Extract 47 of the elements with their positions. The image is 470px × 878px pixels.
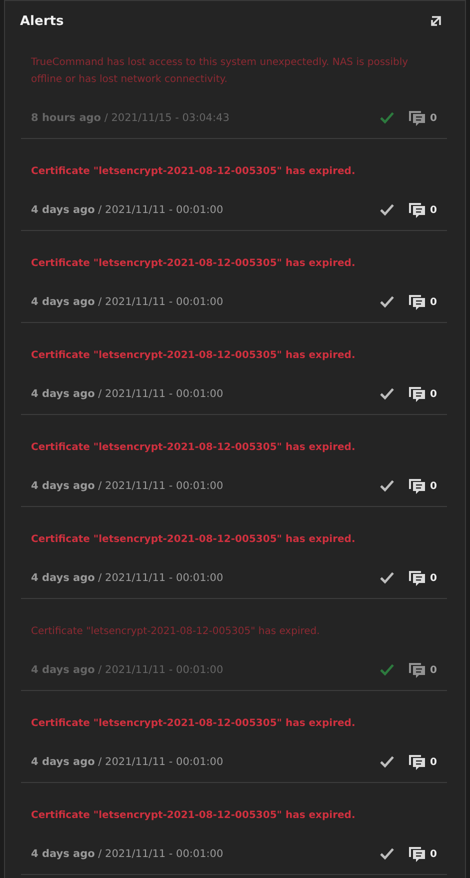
alert-message: Certificate "letsencrypt-2021-08-12-005305" has expired.	[31, 625, 321, 639]
comment-count: 0	[430, 296, 437, 308]
check-icon[interactable]	[380, 848, 394, 860]
comments-icon[interactable]	[408, 478, 426, 494]
alert-time: 4 days ago / 2021/11/11 - 00:01:00	[31, 204, 224, 216]
comment-count: 0	[430, 848, 437, 860]
comment-count: 0	[430, 112, 437, 124]
alert-message: Certificate "letsencrypt-2021-08-12-005305" has expired.	[31, 717, 356, 731]
alert-time: 4 days ago / 2021/11/11 - 00:01:00	[31, 296, 224, 308]
check-icon[interactable]	[380, 112, 394, 124]
pop-out-icon[interactable]	[429, 14, 443, 28]
comments-icon[interactable]	[408, 754, 426, 770]
alert-time: 4 days ago / 2021/11/11 - 00:01:00	[31, 480, 224, 492]
alert-time: 4 days ago / 2021/11/11 - 00:01:00	[31, 848, 224, 860]
comments-icon[interactable]	[408, 110, 426, 126]
comment-count: 0	[430, 204, 437, 216]
comment-count: 0	[430, 572, 437, 584]
check-icon[interactable]	[380, 296, 394, 308]
alert-message: Certificate "letsencrypt-2021-08-12-005305" has expired.	[31, 165, 356, 179]
check-icon[interactable]	[380, 664, 394, 676]
comment-count: 0	[430, 388, 437, 400]
alert-time: 8 hours ago / 2021/11/15 - 03:04:43	[31, 112, 230, 124]
comments-icon[interactable]	[408, 202, 426, 218]
alert-message: Certificate "letsencrypt-2021-08-12-005305" has expired.	[31, 349, 356, 363]
alert-time: 4 days ago / 2021/11/11 - 00:01:00	[31, 664, 224, 676]
alert-message: Certificate "letsencrypt-2021-08-12-005305" has expired.	[31, 441, 356, 455]
comments-icon[interactable]	[408, 294, 426, 310]
alert-message: Certificate "letsencrypt-2021-08-12-005305" has expired.	[31, 809, 356, 823]
comments-icon[interactable]	[408, 846, 426, 862]
check-icon[interactable]	[380, 756, 394, 768]
comment-count: 0	[430, 480, 437, 492]
comments-icon[interactable]	[408, 570, 426, 586]
check-icon[interactable]	[380, 480, 394, 492]
comment-count: 0	[430, 756, 437, 768]
alert-time: 4 days ago / 2021/11/11 - 00:01:00	[31, 572, 224, 584]
panel-title: Alerts	[20, 14, 64, 28]
alert-message: TrueCommand has lost access to this system unexpectedly. NAS is possibly offline or has lost network connectivity.	[31, 56, 410, 87]
alert-message: Certificate "letsencrypt-2021-08-12-005305" has expired.	[31, 257, 356, 271]
alert-time: 4 days ago / 2021/11/11 - 00:01:00	[31, 756, 224, 768]
alert-message: Certificate "letsencrypt-2021-08-12-005305" has expired.	[31, 533, 356, 547]
check-icon[interactable]	[380, 388, 394, 400]
comments-icon[interactable]	[408, 662, 426, 678]
comment-count: 0	[430, 664, 437, 676]
alert-time: 4 days ago / 2021/11/11 - 00:01:00	[31, 388, 224, 400]
check-icon[interactable]	[380, 204, 394, 216]
comments-icon[interactable]	[408, 386, 426, 402]
check-icon[interactable]	[380, 572, 394, 584]
